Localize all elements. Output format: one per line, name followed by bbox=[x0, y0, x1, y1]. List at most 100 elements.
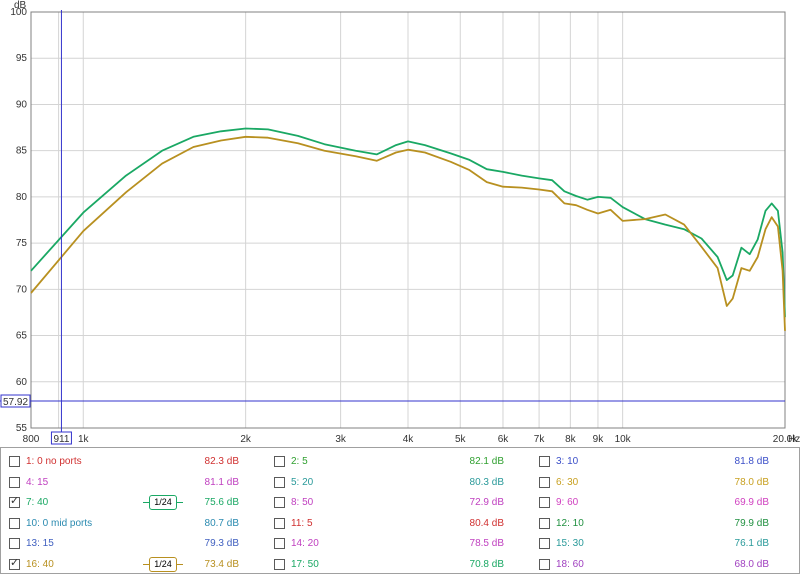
trace-visibility-checkbox[interactable] bbox=[539, 538, 550, 549]
trace-visibility-checkbox[interactable] bbox=[274, 517, 285, 529]
trace-name[interactable]: 4: 15 bbox=[26, 477, 48, 488]
trace-visibility-checkbox[interactable] bbox=[9, 538, 20, 549]
x-tick-label: 5k bbox=[455, 434, 467, 445]
legend-entry: 6: 30 78.0 dB bbox=[531, 473, 796, 494]
trace-cursor-value: 80.3 dB bbox=[469, 476, 504, 488]
legend-row: ✓ 7: 40 1/24 75.6 dB 8: 50 72.9 dB 9: 60 69.9 d… bbox=[1, 493, 799, 514]
y-tick-label: 75 bbox=[16, 238, 28, 249]
trace-legend: 1: 0 no ports 82.3 dB 2: 5 82.1 dB 3: 10 81.8… bbox=[0, 447, 800, 574]
trace-name[interactable]: 17: 50 bbox=[291, 559, 319, 570]
legend-entry: ✓ 7: 40 1/24 75.6 dB bbox=[1, 493, 266, 514]
legend-entry: 8: 50 72.9 dB bbox=[266, 493, 531, 514]
checkmark-icon: ✓ bbox=[10, 556, 20, 569]
trace-cursor-value: 78.0 dB bbox=[734, 476, 769, 488]
trace-visibility-checkbox[interactable] bbox=[274, 558, 285, 570]
trace-name[interactable]: 10: 0 mid ports bbox=[26, 518, 92, 529]
trace-cursor-value: 75.6 dB bbox=[204, 497, 239, 508]
y-tick-label: 65 bbox=[16, 331, 28, 342]
trace-visibility-checkbox[interactable] bbox=[274, 497, 285, 508]
x-unit-label: Hz bbox=[788, 434, 800, 445]
trace-cursor-value: 81.1 dB bbox=[204, 476, 239, 488]
trace-name[interactable]: 12: 10 bbox=[556, 518, 584, 529]
smoothing-label: 1/24 bbox=[154, 497, 172, 507]
trace-visibility-checkbox[interactable]: ✓ bbox=[9, 556, 20, 570]
smoothing-badge[interactable]: 1/24 bbox=[143, 556, 183, 572]
trace-cursor-value: 78.5 dB bbox=[469, 538, 504, 549]
trace-name[interactable]: 11: 5 bbox=[291, 518, 313, 529]
trace-visibility-checkbox[interactable] bbox=[274, 456, 285, 467]
x-tick-label: 3k bbox=[335, 434, 347, 445]
trace-name[interactable]: 18: 60 bbox=[556, 559, 584, 570]
trace-name[interactable]: 2: 5 bbox=[291, 456, 308, 467]
frequency-response-plot[interactable]: 100 95 90 85 80 75 70 65 60 55 800 1k 2k 3k 4k 5k 6k 7k 8k… bbox=[0, 0, 800, 448]
legend-entry: 4: 15 81.1 dB bbox=[1, 473, 266, 494]
trace-cursor-value: 80.7 dB bbox=[204, 517, 239, 529]
smoothing-badge[interactable]: 1/24 bbox=[143, 495, 183, 510]
x-tick-label: 8k bbox=[565, 434, 577, 445]
legend-entry: 18: 60 68.0 dB bbox=[531, 555, 796, 576]
chart-svg[interactable]: 100959085807570656055800 1k 2k 3k 4k 5k 6k 7k 8k… bbox=[0, 0, 800, 448]
x-tick-label: 6k bbox=[498, 434, 510, 445]
smoothing-label: 1/24 bbox=[154, 558, 172, 569]
y-tick-label: 90 bbox=[16, 99, 28, 110]
legend-entry: 9: 60 69.9 dB bbox=[531, 493, 796, 514]
trace-name[interactable]: 7: 40 bbox=[26, 497, 48, 508]
trace-cursor-value: 72.9 dB bbox=[469, 497, 504, 508]
trace-name[interactable]: 1: 0 no ports bbox=[26, 456, 82, 467]
legend-row: 13: 15 79.3 dB 14: 20 78.5 dB 15: 30 76.1 dB bbox=[1, 534, 799, 555]
x-tick-label: 9k bbox=[593, 434, 605, 445]
trace-cursor-value: 79.3 dB bbox=[204, 538, 239, 549]
trace-cursor-value: 73.4 dB bbox=[204, 558, 239, 570]
legend-entry: 12: 10 79.9 dB bbox=[531, 514, 796, 535]
trace-name[interactable]: 15: 30 bbox=[556, 538, 584, 549]
cursor-y-readout: 57.92 bbox=[3, 397, 28, 408]
trace-visibility-checkbox[interactable]: ✓ bbox=[9, 495, 20, 508]
trace-name[interactable]: 13: 15 bbox=[26, 538, 54, 549]
legend-entry: 1: 0 no ports 82.3 dB bbox=[1, 452, 266, 473]
x-tick-label: 10k bbox=[615, 434, 632, 445]
x-tick-label: 800 bbox=[23, 434, 40, 445]
trace-name[interactable]: 14: 20 bbox=[291, 538, 319, 549]
trace-visibility-checkbox[interactable] bbox=[9, 456, 20, 467]
legend-entry: 13: 15 79.3 dB bbox=[1, 534, 266, 555]
y-tick-label: 85 bbox=[16, 146, 28, 157]
legend-entry: 15: 30 76.1 dB bbox=[531, 534, 796, 555]
trace-visibility-checkbox[interactable] bbox=[9, 517, 20, 529]
trace-visibility-checkbox[interactable] bbox=[539, 517, 550, 529]
legend-entry: 17: 50 70.8 dB bbox=[266, 555, 531, 576]
trace-name[interactable]: 3: 10 bbox=[556, 456, 578, 467]
legend-entry: ✓ 16: 40 1/24 73.4 dB bbox=[1, 555, 266, 576]
y-tick-label: 95 bbox=[16, 53, 28, 64]
legend-entry: 10: 0 mid ports 80.7 dB bbox=[1, 514, 266, 535]
cursor-x-readout: 911 bbox=[53, 434, 69, 445]
legend-entry: 14: 20 78.5 dB bbox=[266, 534, 531, 555]
legend-row: 1: 0 no ports 82.3 dB 2: 5 82.1 dB 3: 10 81.8… bbox=[1, 452, 799, 473]
legend-entry: 5: 20 80.3 dB bbox=[266, 473, 531, 494]
trace-visibility-checkbox[interactable] bbox=[539, 558, 550, 570]
trace-name[interactable]: 16: 40 bbox=[26, 559, 54, 570]
trace-cursor-value: 69.9 dB bbox=[734, 497, 769, 508]
y-tick-label: 70 bbox=[16, 284, 28, 295]
x-tick-label: 7k bbox=[534, 434, 546, 445]
trace-cursor-value: 70.8 dB bbox=[469, 558, 504, 570]
trace-visibility-checkbox[interactable] bbox=[539, 456, 550, 467]
trace-visibility-checkbox[interactable] bbox=[539, 497, 550, 508]
legend-row: 4: 15 81.1 dB 5: 20 80.3 dB 6: 30 78.0 dB bbox=[1, 473, 799, 494]
trace-name[interactable]: 5: 20 bbox=[291, 477, 313, 488]
trace-name[interactable]: 6: 30 bbox=[556, 477, 578, 488]
trace-cursor-value: 76.1 dB bbox=[734, 538, 769, 549]
trace-visibility-checkbox[interactable] bbox=[9, 476, 20, 488]
legend-entry: 11: 5 80.4 dB bbox=[266, 514, 531, 535]
trace-visibility-checkbox[interactable] bbox=[274, 476, 285, 488]
trace-name[interactable]: 8: 50 bbox=[291, 497, 313, 508]
trace-visibility-checkbox[interactable] bbox=[274, 538, 285, 549]
x-tick-label: 1k bbox=[78, 434, 90, 445]
trace-name[interactable]: 9: 60 bbox=[556, 497, 578, 508]
trace-cursor-value: 80.4 dB bbox=[469, 517, 504, 529]
trace-cursor-value: 68.0 dB bbox=[734, 558, 769, 570]
x-tick-label: 4k bbox=[403, 434, 415, 445]
trace-visibility-checkbox[interactable] bbox=[539, 476, 550, 488]
y-tick-label: 80 bbox=[16, 192, 28, 203]
y-unit-label: dB bbox=[14, 0, 27, 11]
legend-row: ✓ 16: 40 1/24 73.4 dB 17: 50 70.8 dB 18: 60 68.… bbox=[1, 555, 799, 576]
